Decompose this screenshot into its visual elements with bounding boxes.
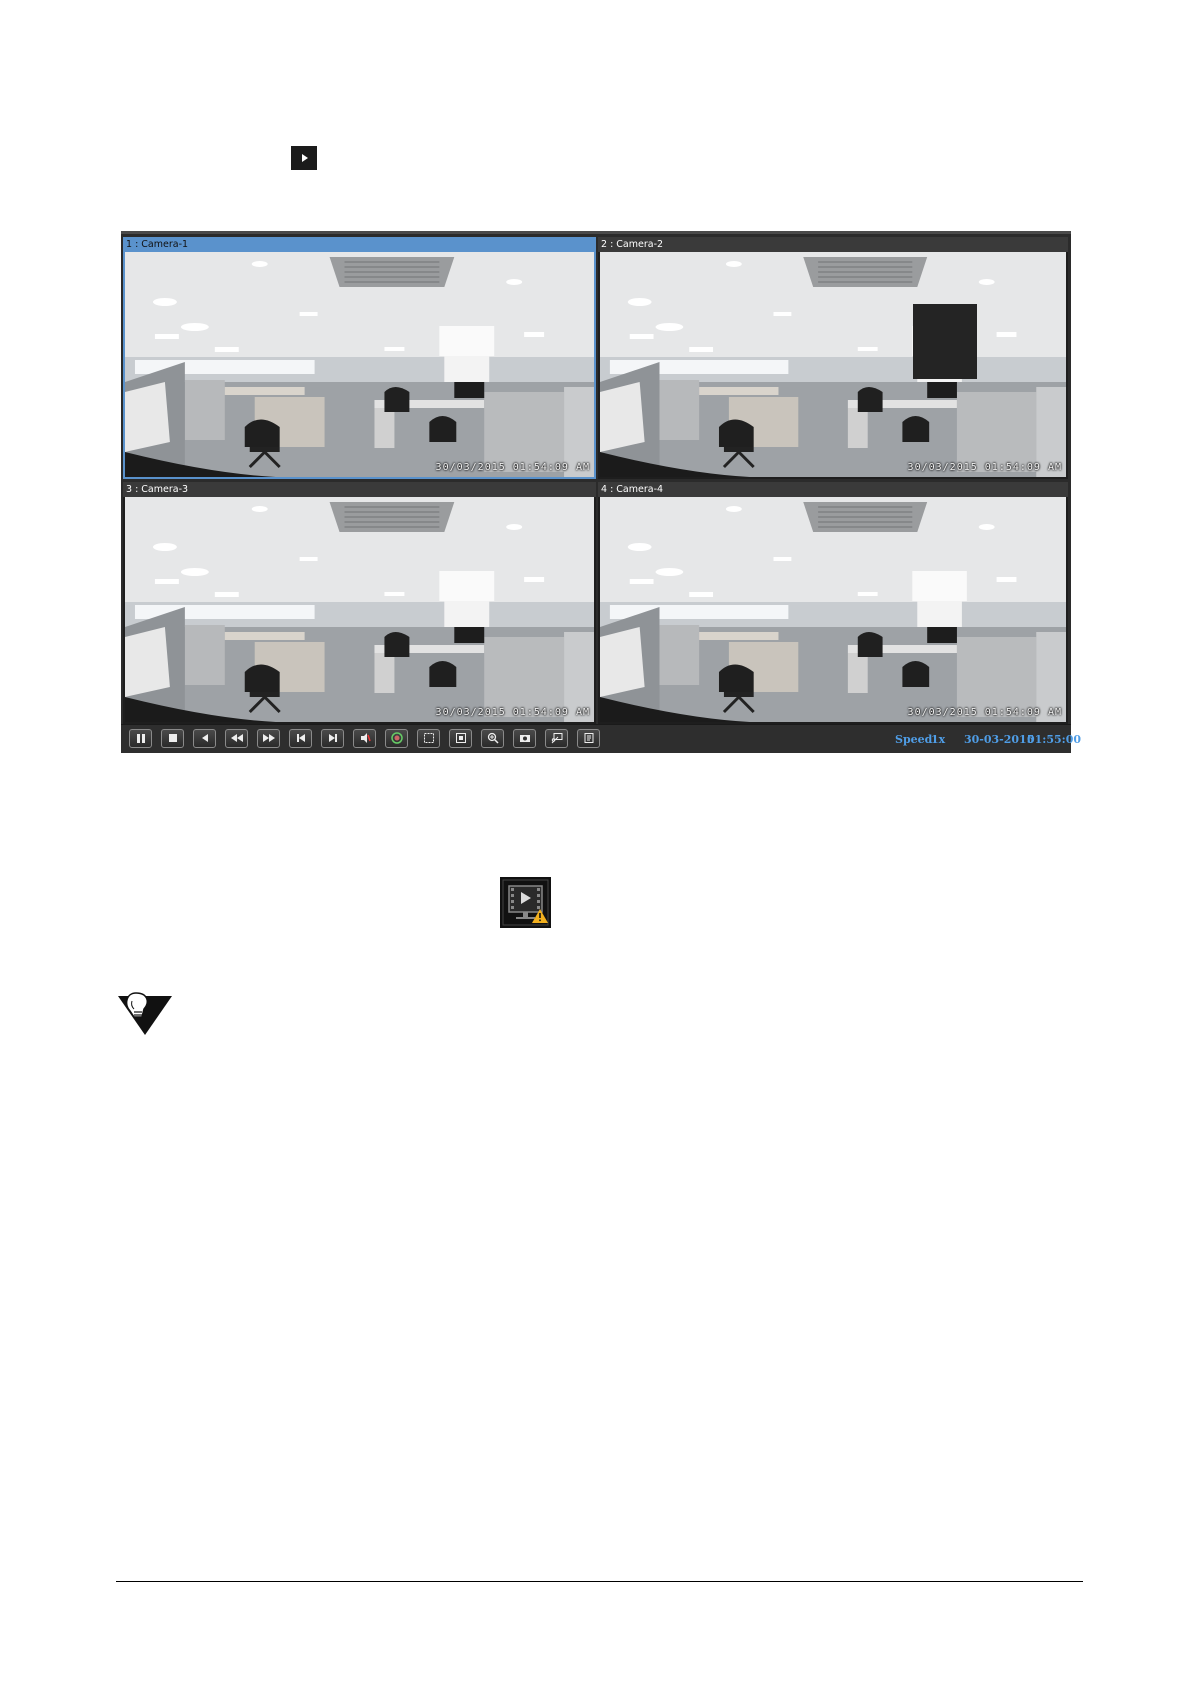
- video-alert-icon: [500, 877, 551, 928]
- reverse-play-button[interactable]: [193, 729, 216, 748]
- clip-button[interactable]: [545, 729, 568, 748]
- camera-title: 2 : Camera-2: [598, 237, 1068, 252]
- footer-rule: [116, 1581, 1083, 1582]
- osd-timestamp: 30/03/2015 01:54:09 AM: [907, 462, 1062, 473]
- rewind-button[interactable]: [225, 729, 248, 748]
- next-frame-icon: [328, 734, 337, 742]
- color-adjust-button[interactable]: [385, 729, 408, 748]
- full-screen-icon: [455, 733, 466, 743]
- camera-tile-4[interactable]: 4 : Camera-4 30/03/2015 01:54:09 AM: [598, 482, 1068, 724]
- stop-button[interactable]: [161, 729, 184, 748]
- speed-value: 1x: [931, 733, 946, 746]
- fast-forward-icon: [262, 734, 275, 742]
- full-screen-button[interactable]: [449, 729, 472, 748]
- camera-title: 4 : Camera-4: [598, 482, 1068, 497]
- osd-timestamp: 30/03/2015 01:54:09 AM: [435, 707, 590, 718]
- zoom-in-button[interactable]: [481, 729, 504, 748]
- note-icon: [116, 991, 174, 1037]
- play-icon: [291, 146, 317, 170]
- clip-icon: [551, 733, 562, 744]
- mute-button[interactable]: [353, 729, 376, 748]
- stop-icon: [168, 734, 177, 742]
- camera-tile-2[interactable]: 2 : Camera-2 30/03/2015 01:54:09 AM: [598, 237, 1068, 479]
- reverse-play-icon: [201, 734, 208, 742]
- snapshot-icon: [519, 735, 530, 742]
- fast-forward-button[interactable]: [257, 729, 280, 748]
- camera-feed[interactable]: [600, 252, 1066, 477]
- camera-title: 1 : Camera-1: [123, 237, 596, 252]
- pause-button[interactable]: [129, 729, 152, 748]
- playback-window: 1 : Camera-1 30/03/2015 01:54:09 AM 2 : …: [121, 231, 1081, 753]
- playback-date: 30-03-2015: [964, 733, 1035, 746]
- camera-feed[interactable]: [125, 252, 594, 477]
- playback-time: 01:55:00: [1027, 733, 1082, 746]
- osd-timestamp: 30/03/2015 01:54:09 AM: [907, 707, 1062, 718]
- privacy-mask: [913, 304, 977, 379]
- previous-frame-button[interactable]: [289, 729, 312, 748]
- osd-timestamp: 30/03/2015 01:54:09 AM: [435, 462, 590, 473]
- mute-icon: [360, 733, 371, 743]
- snapshot-button[interactable]: [513, 729, 536, 748]
- camera-feed[interactable]: [125, 497, 594, 722]
- previous-frame-icon: [296, 734, 305, 742]
- rewind-icon: [230, 734, 243, 742]
- next-frame-button[interactable]: [321, 729, 344, 748]
- zoom-in-icon: [487, 732, 499, 744]
- camera-tile-3[interactable]: 3 : Camera-3 30/03/2015 01:54:09 AM: [123, 482, 596, 724]
- camera-title: 3 : Camera-3: [123, 482, 596, 497]
- camera-tile-1[interactable]: 1 : Camera-1 30/03/2015 01:54:09 AM: [123, 237, 596, 479]
- playback-control-bar: Speed 1x 30-03-2015 01:55:00: [121, 724, 1081, 753]
- camera-feed[interactable]: [600, 497, 1066, 722]
- pause-icon: [136, 734, 145, 743]
- fit-screen-button[interactable]: [417, 729, 440, 748]
- notes-button[interactable]: [577, 729, 600, 748]
- fit-screen-icon: [423, 733, 434, 743]
- notes-icon: [584, 733, 593, 743]
- speed-label: Speed: [895, 733, 933, 746]
- color-adjust-icon: [390, 732, 403, 744]
